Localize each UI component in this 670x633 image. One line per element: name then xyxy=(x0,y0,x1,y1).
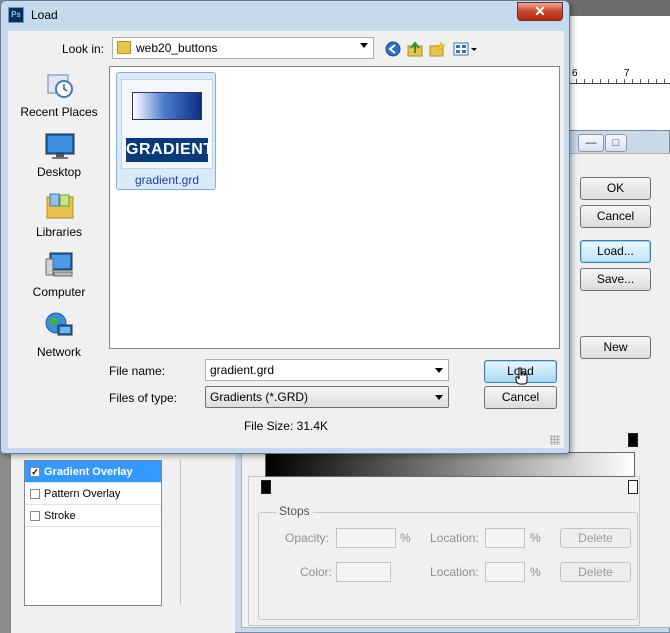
place-libraries[interactable]: Libraries xyxy=(12,187,106,245)
resize-grip[interactable] xyxy=(550,435,560,445)
place-label: Recent Places xyxy=(20,105,98,119)
opacity-location-unit: % xyxy=(530,531,541,545)
color-swatch[interactable] xyxy=(336,562,391,582)
stops-legend: Stops xyxy=(276,504,313,518)
computer-icon xyxy=(45,252,73,277)
dialog-title: Load xyxy=(31,8,58,22)
opacity-location-label: Location: xyxy=(430,531,479,545)
hand-cursor-icon xyxy=(515,367,528,385)
gradient-save-button[interactable]: Save... xyxy=(580,268,651,291)
files-of-type-label: Files of type: xyxy=(109,391,178,405)
files-of-type-select[interactable]: Gradients (*.GRD) xyxy=(205,386,449,408)
libraries-icon xyxy=(46,193,74,219)
file-name-input[interactable]: gradient.grd xyxy=(205,359,449,381)
chevron-down-icon xyxy=(435,395,443,400)
style-item-pattern-overlay[interactable]: Pattern Overlay xyxy=(25,483,161,505)
load-dialog: Ps Load ✕ Look in: web20_buttons Recent … xyxy=(0,0,570,454)
place-computer[interactable]: Computer xyxy=(12,247,106,305)
photoshop-toolbar-strip xyxy=(560,0,670,16)
back-icon[interactable] xyxy=(385,41,401,57)
look-in-combo[interactable]: web20_buttons xyxy=(112,37,374,59)
folder-icon xyxy=(117,41,131,54)
style-item-label: Stroke xyxy=(44,510,76,522)
place-label: Desktop xyxy=(36,165,82,179)
maximize-button[interactable]: □ xyxy=(605,134,627,152)
style-item-label: Pattern Overlay xyxy=(44,488,121,500)
file-size-info: File Size: 31.4K xyxy=(243,419,329,433)
opacity-field[interactable] xyxy=(336,528,396,548)
color-location-field[interactable] xyxy=(485,562,525,582)
place-recent-places[interactable]: Recent Places xyxy=(12,67,106,125)
ruler-tick-label: 7 xyxy=(624,68,630,79)
desktop-icon xyxy=(45,133,75,159)
gradient-file-icon: GRADIENT xyxy=(121,79,213,169)
gradient-thumbnail-label: GRADIENT xyxy=(126,138,213,162)
gradient-thumbnail-bar xyxy=(132,92,202,120)
file-item[interactable]: GRADIENT gradient.grd xyxy=(116,72,216,190)
file-list[interactable]: GRADIENT gradient.grd xyxy=(109,66,560,349)
place-label: Libraries xyxy=(35,225,83,239)
gradient-ok-button[interactable]: OK xyxy=(580,177,651,200)
dialog-client: Look in: web20_buttons Recent Places Des… xyxy=(8,31,564,448)
chevron-down-icon xyxy=(360,43,368,48)
place-network[interactable]: Network xyxy=(12,307,106,365)
style-item-stroke[interactable]: Stroke xyxy=(25,505,161,527)
photoshop-workspace xyxy=(560,0,670,130)
place-label: Computer xyxy=(32,285,86,299)
close-button[interactable]: ✕ xyxy=(517,2,563,21)
opacity-delete-button[interactable]: Delete xyxy=(560,528,631,548)
gradient-preview-bar[interactable] xyxy=(265,452,635,477)
opacity-label: Opacity: xyxy=(285,531,330,545)
ruler-tick-label: 6 xyxy=(572,68,578,79)
new-folder-icon[interactable] xyxy=(429,41,445,57)
file-name: gradient.grd xyxy=(134,173,200,187)
style-item-gradient-overlay[interactable]: ✓ Gradient Overlay xyxy=(25,461,161,483)
look-in-label: Look in: xyxy=(62,42,105,56)
color-location-unit: % xyxy=(530,565,541,579)
color-label: Color: xyxy=(300,565,333,579)
place-desktop[interactable]: Desktop xyxy=(12,127,106,185)
horizontal-ruler: 6 7 xyxy=(568,68,670,84)
title-bar[interactable]: Ps Load ✕ xyxy=(1,1,569,31)
checkbox-checked-icon[interactable]: ✓ xyxy=(30,467,40,477)
files-of-type-value: Gradients (*.GRD) xyxy=(210,390,309,404)
gradient-cancel-button[interactable]: Cancel xyxy=(580,205,651,228)
color-stop-right[interactable] xyxy=(628,480,638,494)
gradient-load-button[interactable]: Load... xyxy=(580,240,651,263)
recent-places-icon xyxy=(47,74,73,98)
photoshop-icon: Ps xyxy=(8,7,24,23)
checkbox-icon[interactable] xyxy=(30,489,40,499)
minimize-button[interactable]: — xyxy=(578,134,604,152)
place-label: Network xyxy=(36,345,81,359)
style-item-label: Gradient Overlay xyxy=(44,466,133,478)
look-in-value: web20_buttons xyxy=(136,41,218,55)
cancel-button[interactable]: Cancel xyxy=(484,386,557,409)
layer-style-divider xyxy=(180,460,181,605)
file-name-value: gradient.grd xyxy=(210,363,275,377)
color-stop-left[interactable] xyxy=(261,480,271,494)
gradient-new-button[interactable]: New xyxy=(580,336,651,359)
opacity-stop-right[interactable] xyxy=(628,433,638,447)
chevron-down-icon[interactable] xyxy=(435,368,443,373)
color-location-label: Location: xyxy=(430,565,479,579)
network-icon xyxy=(45,312,73,336)
color-delete-button[interactable]: Delete xyxy=(560,562,631,582)
opacity-unit: % xyxy=(400,531,411,545)
checkbox-icon[interactable] xyxy=(30,511,40,521)
opacity-location-field[interactable] xyxy=(485,528,525,548)
file-name-label: File name: xyxy=(109,364,166,378)
up-folder-icon[interactable] xyxy=(407,41,423,57)
places-bar: Recent Places Desktop Libraries Computer… xyxy=(12,67,106,359)
view-menu-icon[interactable] xyxy=(453,41,479,57)
